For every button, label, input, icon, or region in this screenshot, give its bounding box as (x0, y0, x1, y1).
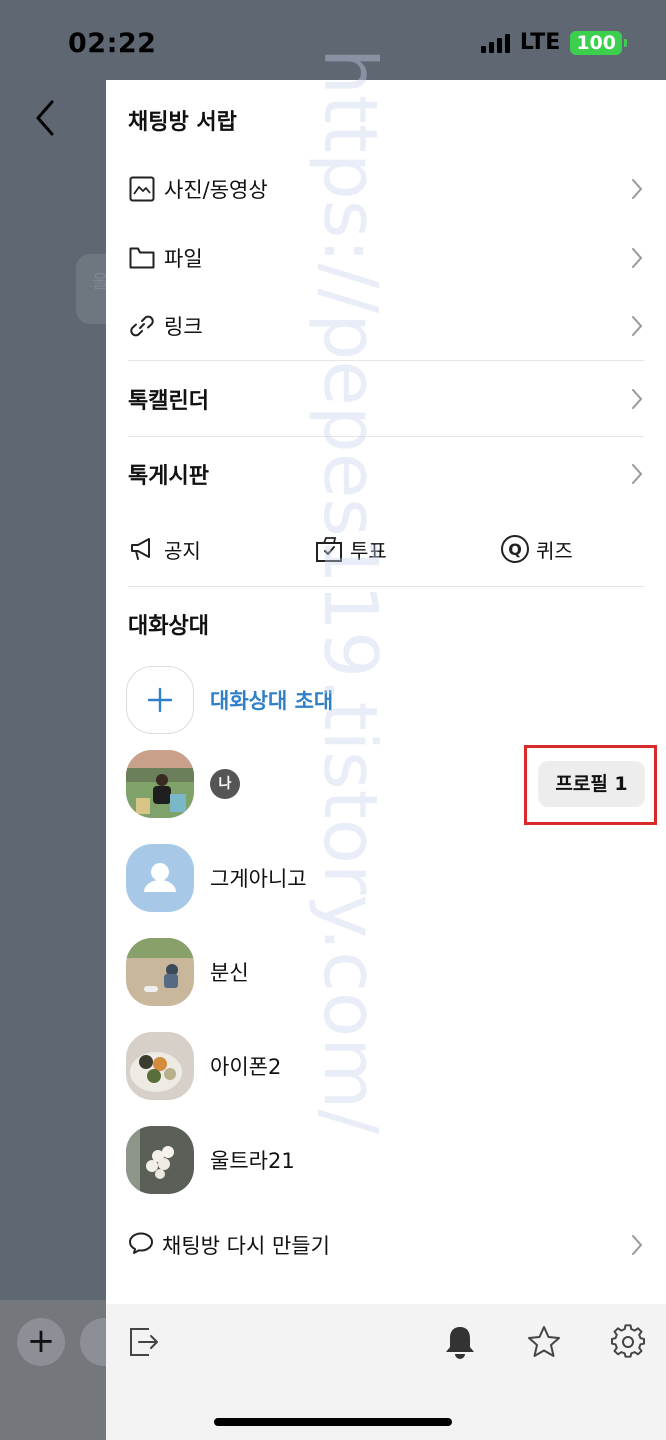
recreate-chatroom[interactable]: 채팅방 다시 만들기 (128, 1220, 644, 1270)
drawer-item-photos[interactable]: 사진/동영상 (128, 164, 644, 214)
quiz-icon: Q (500, 534, 530, 564)
back-arrow-icon[interactable] (30, 98, 60, 138)
home-indicator (214, 1418, 452, 1426)
chevron-right-icon (632, 464, 643, 484)
drawer-item-files[interactable]: 파일 (128, 233, 644, 283)
drawer-item-label: 파일 (164, 247, 203, 271)
profile-button[interactable]: 프로필 1 (538, 761, 645, 807)
chatroom-drawer: 채팅방 서랍 사진/동영상 파일 링크 톡캘린더 톡게시판 공지 투표 Q 퀴즈… (106, 80, 666, 1440)
invite-member-button[interactable]: 대화상대 초대 (126, 665, 646, 735)
me-badge: 나 (210, 769, 240, 799)
status-bar: 02:22 LTE 100 (0, 0, 666, 80)
drawer-item-calendar[interactable]: 톡캘린더 (128, 374, 644, 424)
signal-icon (480, 33, 510, 53)
chevron-right-icon (632, 1235, 643, 1255)
tool-quiz[interactable]: Q 퀴즈 (500, 524, 573, 574)
member-name: 울트라21 (210, 1149, 295, 1173)
vote-box-icon (314, 534, 344, 564)
leave-chat-icon[interactable] (126, 1324, 162, 1360)
notification-bell-icon[interactable] (442, 1324, 478, 1360)
avatar[interactable] (126, 1032, 194, 1100)
avatar[interactable] (126, 750, 194, 818)
settings-gear-icon[interactable] (610, 1324, 646, 1360)
network-type: LTE (519, 30, 561, 55)
tool-notice[interactable]: 공지 (128, 524, 201, 574)
drawer-title: 채팅방 서랍 (128, 110, 237, 135)
status-indicators: LTE 100 (480, 30, 627, 55)
link-icon (128, 312, 156, 340)
recreate-label: 채팅방 다시 만들기 (162, 1234, 330, 1258)
member-name: 분신 (210, 961, 249, 985)
avatar[interactable] (126, 938, 194, 1006)
megaphone-icon (128, 534, 158, 564)
attach-plus-button[interactable]: + (17, 1318, 65, 1366)
chevron-right-icon (632, 179, 643, 199)
member-item[interactable]: 아이폰2 (126, 1031, 646, 1101)
drawer-item-label: 톡게시판 (128, 464, 209, 489)
folder-icon (128, 244, 156, 272)
chevron-right-icon (632, 316, 643, 336)
member-name: 그게아니고 (210, 867, 307, 891)
avatar[interactable] (126, 844, 194, 912)
member-item[interactable]: 울트라21 (126, 1125, 646, 1195)
drawer-item-board[interactable]: 톡게시판 (128, 449, 644, 499)
svg-text:Q: Q (508, 540, 522, 559)
drawer-item-links[interactable]: 링크 (128, 301, 644, 351)
chevron-right-icon (632, 248, 643, 268)
member-name: 아이폰2 (210, 1055, 282, 1079)
drawer-item-label: 사진/동영상 (164, 178, 268, 202)
avatar[interactable] (126, 1126, 194, 1194)
status-time: 02:22 (68, 28, 157, 59)
star-icon[interactable] (526, 1324, 562, 1360)
battery-icon: 100 (570, 30, 627, 55)
invite-label: 대화상대 초대 (210, 689, 334, 713)
plus-icon (126, 666, 194, 734)
member-item[interactable]: 그게아니고 (126, 843, 646, 913)
tool-vote[interactable]: 투표 (314, 524, 387, 574)
drawer-item-label: 링크 (164, 315, 203, 339)
drawer-item-label: 톡캘린더 (128, 389, 209, 414)
photo-icon (128, 175, 156, 203)
chevron-right-icon (632, 389, 643, 409)
speech-bubble-icon (128, 1231, 154, 1259)
divider (128, 360, 644, 361)
drawer-tools: 공지 투표 Q 퀴즈 (128, 524, 644, 574)
drawer-bottom-bar (106, 1304, 666, 1440)
divider (128, 586, 644, 587)
tool-label: 퀴즈 (536, 538, 573, 563)
tool-label: 공지 (164, 538, 201, 563)
divider (128, 436, 644, 437)
members-title: 대화상대 (128, 614, 209, 639)
tool-label: 투표 (350, 538, 387, 563)
member-item[interactable]: 분신 (126, 937, 646, 1007)
